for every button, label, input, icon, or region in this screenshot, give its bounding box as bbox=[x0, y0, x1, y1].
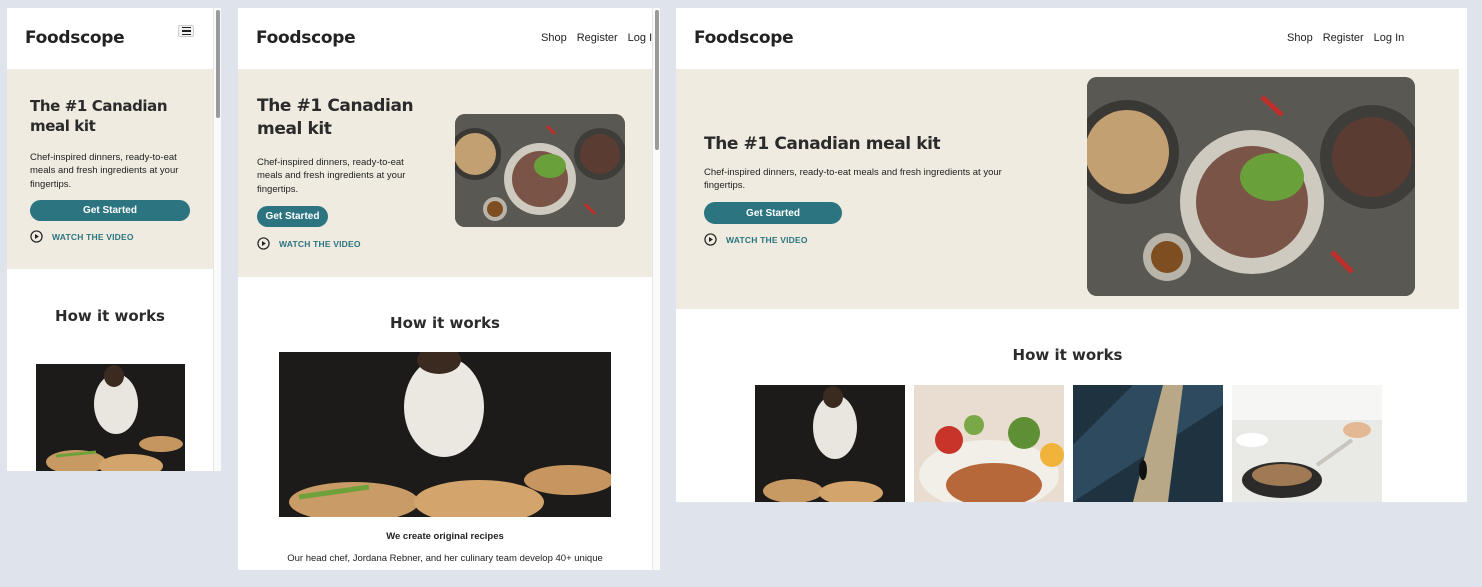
chef-illustration bbox=[755, 385, 905, 502]
nav-register[interactable]: Register bbox=[1323, 32, 1364, 44]
step-photo-cooking bbox=[1232, 385, 1382, 502]
hero-title: The #1 Canadian meal kit bbox=[30, 97, 168, 136]
hero-subtitle: Chef-inspired dinners, ready-to-eat meal… bbox=[30, 152, 179, 190]
hero-subtitle: Chef-inspired dinners, ready-to-eat meal… bbox=[257, 157, 406, 195]
hero-section: The #1 Canadian meal kit Chef-inspired d… bbox=[676, 69, 1459, 309]
get-started-button[interactable]: Get Started bbox=[704, 202, 842, 224]
nav-shop[interactable]: Shop bbox=[541, 32, 567, 44]
hero-food-photo bbox=[455, 114, 625, 227]
chef-photo bbox=[36, 364, 185, 471]
tablet-viewport: Foodscope Shop Register Log In The #1 Ca… bbox=[238, 8, 660, 570]
scrollbar-thumb[interactable] bbox=[655, 10, 659, 150]
brand-logo[interactable]: Foodscope bbox=[25, 28, 125, 48]
how-it-works-title: How it works bbox=[390, 314, 500, 332]
chef-photo bbox=[279, 352, 611, 517]
watch-video-link[interactable]: WATCH THE VIDEO bbox=[30, 230, 134, 243]
how-it-works-title: How it works bbox=[1012, 346, 1123, 364]
brand-logo[interactable]: Foodscope bbox=[256, 28, 356, 48]
food-illustration bbox=[1087, 77, 1415, 296]
road-illustration bbox=[1073, 385, 1223, 502]
card-text: Our head chef, Jordana Rebner, and her c… bbox=[287, 553, 603, 564]
hero-food-photo bbox=[1087, 77, 1415, 296]
nav-register[interactable]: Register bbox=[577, 32, 618, 44]
hero-title: The #1 Canadian meal kit bbox=[257, 96, 414, 139]
step-photo-meal bbox=[914, 385, 1064, 502]
get-started-button[interactable]: Get Started bbox=[257, 206, 328, 227]
watch-video-label: WATCH THE VIDEO bbox=[279, 238, 361, 249]
top-nav: Shop Register Log In bbox=[1287, 32, 1404, 44]
cooking-illustration bbox=[1232, 385, 1382, 502]
step-photo-chef bbox=[755, 385, 905, 502]
play-circle-icon bbox=[704, 233, 717, 246]
nav-shop[interactable]: Shop bbox=[1287, 32, 1313, 44]
scrollbar-thumb[interactable] bbox=[216, 10, 220, 118]
hero-subtitle: Chef-inspired dinners, ready-to-eat meal… bbox=[704, 167, 1002, 192]
food-illustration bbox=[455, 114, 625, 227]
play-circle-icon bbox=[257, 237, 270, 250]
play-circle-icon bbox=[30, 230, 43, 243]
watch-video-link[interactable]: WATCH THE VIDEO bbox=[257, 237, 361, 250]
hamburger-icon[interactable] bbox=[178, 25, 194, 37]
scrollbar[interactable] bbox=[213, 8, 221, 471]
how-it-works-title: How it works bbox=[55, 307, 165, 325]
nav-login[interactable]: Log In bbox=[1374, 32, 1405, 44]
desktop-viewport: Foodscope Shop Register Log In The #1 Ca… bbox=[676, 8, 1467, 502]
step-photo-road bbox=[1073, 385, 1223, 502]
card-title: We create original recipes bbox=[386, 531, 504, 542]
meal-illustration bbox=[914, 385, 1064, 502]
hero-section: The #1 Canadian meal kit Chef-inspired d… bbox=[238, 69, 652, 277]
hero-title: The #1 Canadian meal kit bbox=[704, 134, 941, 154]
get-started-button[interactable]: Get Started bbox=[30, 200, 190, 221]
chef-illustration bbox=[36, 364, 185, 471]
chef-illustration bbox=[279, 352, 611, 517]
watch-video-label: WATCH THE VIDEO bbox=[726, 234, 808, 245]
scrollbar[interactable] bbox=[652, 8, 660, 570]
hero-section: The #1 Canadian meal kit Chef-inspired d… bbox=[7, 69, 213, 269]
mobile-viewport: Foodscope The #1 Canadian meal kit Chef-… bbox=[7, 8, 221, 471]
top-nav: Shop Register Log In bbox=[541, 32, 658, 44]
watch-video-link[interactable]: WATCH THE VIDEO bbox=[704, 233, 808, 246]
watch-video-label: WATCH THE VIDEO bbox=[52, 231, 134, 242]
brand-logo[interactable]: Foodscope bbox=[694, 28, 794, 48]
